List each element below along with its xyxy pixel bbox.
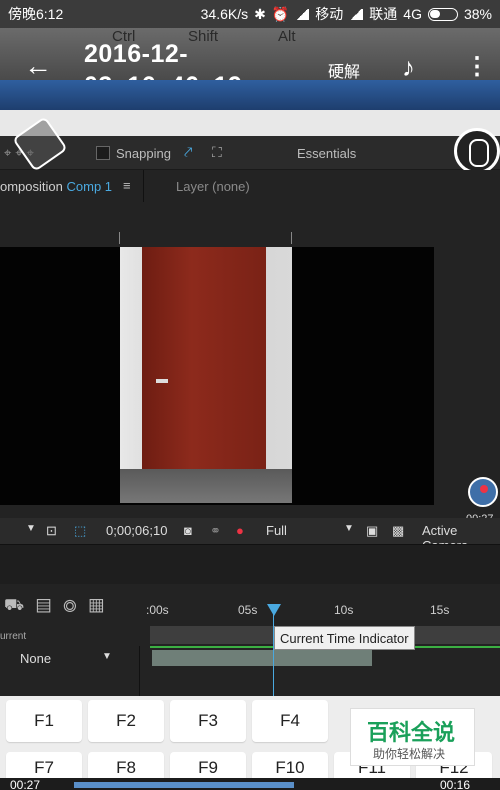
signal-icon: [349, 8, 364, 20]
tick-label: 05s: [238, 603, 258, 617]
carrier-2: 联通: [369, 6, 398, 22]
signal-icon: [295, 8, 310, 20]
current-time: 00:27: [10, 778, 41, 790]
transparency-grid-icon[interactable]: ▩: [392, 523, 404, 539]
more-vert-icon[interactable]: ⋮: [465, 52, 489, 81]
timecode[interactable]: 0;00;06;10: [106, 523, 167, 538]
region-icon[interactable]: ⊡: [46, 523, 57, 539]
status-time: 傍晚6:12: [8, 6, 64, 22]
alarm-icon: ⏰: [271, 5, 290, 22]
ae-toolbar: ⌖⌖⌖ Snapping ⤤ ⛶ Essentials: [0, 136, 500, 170]
viewer-bottom-bar: ▼ ⊡ ⬚ 0;00;06;10 ◙ ⚭ ● Full ▼ ▣ ▩ Active…: [0, 518, 500, 553]
channel-icon[interactable]: ●: [236, 523, 244, 538]
tick-label: 15s: [430, 603, 450, 617]
panel-divider: [0, 544, 500, 584]
snap-grid-icon: ⛶: [212, 144, 222, 160]
tab-layer[interactable]: Layer (none): [176, 179, 250, 194]
snapshot-icon[interactable]: ◙: [184, 523, 192, 538]
roi-icon[interactable]: ▣: [366, 523, 378, 539]
blend-mode-select[interactable]: None: [20, 651, 51, 666]
composition-tabs: omposition Comp 1 ≡ Layer (none): [0, 170, 500, 202]
carrier-1: 移动: [315, 6, 344, 22]
tick-label: 10s: [334, 603, 354, 617]
seek-progress[interactable]: [74, 782, 294, 788]
key-f4[interactable]: F4: [252, 700, 328, 742]
resolution-dropdown-icon[interactable]: ▼: [344, 523, 354, 534]
watermark-logo: 百科全说 助你轻松解决: [350, 708, 475, 766]
key-f2[interactable]: F2: [88, 700, 164, 742]
panel-menu-icon[interactable]: ≡: [123, 178, 131, 193]
mouse-icon[interactable]: [454, 128, 500, 174]
comp-name: Comp 1: [66, 179, 113, 194]
watermark-title: 百科全说: [367, 720, 456, 745]
bluetooth-icon: ✱: [254, 5, 266, 22]
camera-icon[interactable]: [468, 477, 498, 507]
layer-duration-bar[interactable]: [152, 650, 372, 666]
tick-label: :00s: [146, 603, 169, 617]
video-white-band: [0, 110, 500, 136]
music-note-icon[interactable]: ♪: [402, 52, 415, 83]
snapping-checkbox[interactable]: [96, 146, 110, 160]
blend-mode-dropdown-icon[interactable]: ▼: [102, 651, 112, 662]
current-time-indicator[interactable]: [267, 604, 281, 616]
key-f3[interactable]: F3: [170, 700, 246, 742]
snapping-label: Snapping: [116, 146, 171, 161]
door: [142, 247, 266, 469]
network-type: 4G: [403, 6, 422, 22]
show-snapshot-icon[interactable]: ⚭: [210, 523, 221, 539]
video-frame: [120, 247, 292, 503]
resolution[interactable]: Full: [266, 523, 287, 538]
row-label: urrent: [0, 631, 27, 642]
tooltip: Current Time Indicator: [274, 626, 415, 650]
net-speed: 34.6K/s: [200, 6, 249, 22]
back-arrow-icon[interactable]: ←: [24, 52, 52, 80]
status-bar: 傍晚6:12 34.6K/s ✱ ⏰ 移动 联通 4G 38%: [0, 0, 500, 28]
battery-level: 38%: [463, 6, 492, 22]
total-time: 00:16: [440, 778, 471, 790]
key-f1[interactable]: F1: [6, 700, 82, 742]
battery-icon: [427, 7, 458, 21]
workspace-label[interactable]: Essentials: [297, 146, 356, 161]
snap-icon: ⤤: [184, 144, 193, 161]
dropdown-icon[interactable]: ▼: [26, 523, 36, 534]
timeline-switch-icons[interactable]: ⛟▤◎▦: [4, 596, 116, 616]
video-blue-band: [0, 80, 500, 110]
watermark-subtitle: 助你轻松解决: [373, 747, 446, 761]
current-time-indicator-line[interactable]: [273, 606, 274, 696]
tab-composition[interactable]: omposition Comp 1: [0, 179, 112, 194]
mask-icon[interactable]: ⬚: [74, 523, 86, 539]
decoder-toggle[interactable]: 硬解: [328, 58, 360, 82]
seek-bar[interactable]: 00:27 00:16: [0, 778, 500, 790]
